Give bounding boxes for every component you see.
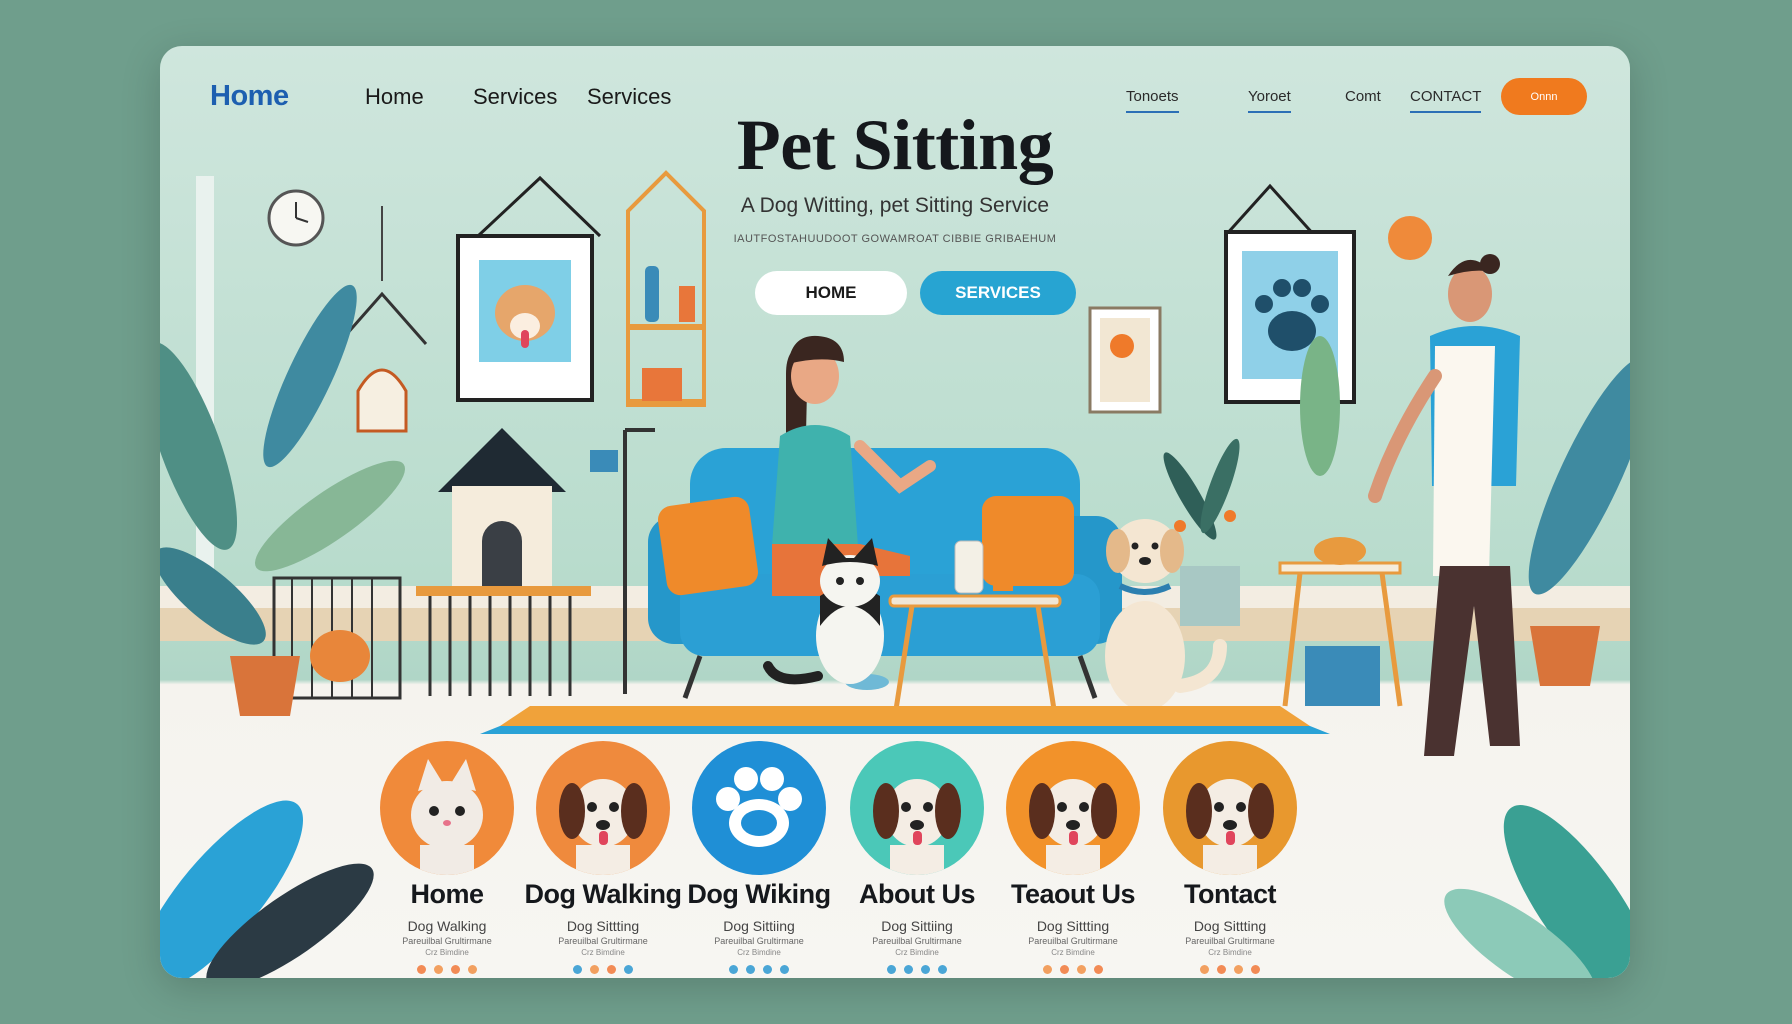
carousel-dot[interactable] xyxy=(1060,965,1069,974)
service-line-2: Pareuilbal Grultirmane xyxy=(402,936,492,946)
service-card[interactable]: Dog Walking Dog Sittting Pareuilbal Grulti… xyxy=(518,741,688,974)
service-line-2: Pareuilbal Grultirmane xyxy=(872,936,962,946)
service-avatar xyxy=(380,741,514,875)
service-title: Dog Walking xyxy=(524,879,683,909)
dog-icon xyxy=(536,779,670,875)
service-line-2: Pareuilbal Grultirmane xyxy=(558,936,648,946)
service-avatar xyxy=(850,741,984,875)
service-line-1: Dog Sittting xyxy=(1193,918,1267,934)
hero-tagline: IAUTFOSTAHUUDOOT GOWAMROAT CIBBIE GRIBAE… xyxy=(733,233,1057,245)
service-title: About Us xyxy=(859,879,975,909)
service-line-2: Pareuilbal Grultirmane xyxy=(714,936,804,946)
service-dots xyxy=(674,965,844,974)
carousel-dot[interactable] xyxy=(1217,965,1226,974)
cat-icon xyxy=(380,759,514,875)
carousel-dot[interactable] xyxy=(1200,965,1209,974)
hero-subtitle: A Dog Witting, pet Sitting Service xyxy=(740,194,1050,217)
carousel-dot[interactable] xyxy=(573,965,582,974)
service-avatar xyxy=(1163,741,1297,875)
carousel-dot[interactable] xyxy=(1251,965,1260,974)
service-avatar xyxy=(1006,741,1140,875)
carousel-dot[interactable] xyxy=(607,965,616,974)
service-line-1: Dog Sittting xyxy=(566,918,640,934)
carousel-dot[interactable] xyxy=(921,965,930,974)
hero-home-button[interactable]: HOME xyxy=(755,271,907,315)
dog-icon xyxy=(850,779,984,875)
carousel-dot[interactable] xyxy=(746,965,755,974)
service-card[interactable]: Dog Wiking Dog Sittiing Pareuilbal Grultir… xyxy=(674,741,844,974)
service-line-1: Dog Sittting xyxy=(1036,918,1110,934)
service-avatar xyxy=(692,741,826,875)
pet-house xyxy=(416,428,591,696)
service-card[interactable]: About Us Dog Sittiing Pareuilbal Grultirma… xyxy=(832,741,1002,974)
hero-services-button[interactable]: SERVICES xyxy=(920,271,1076,315)
service-dots xyxy=(362,965,532,974)
service-line-3: Crz Bimdine xyxy=(1208,948,1252,957)
service-avatar xyxy=(536,741,670,875)
service-title: Tontact xyxy=(1184,879,1277,909)
carousel-dot[interactable] xyxy=(938,965,947,974)
carousel-dot[interactable] xyxy=(729,965,738,974)
service-line-3: Crz Bimdine xyxy=(895,948,939,957)
service-card[interactable]: Tontact Dog Sittting Pareuilbal Grultirman… xyxy=(1145,741,1315,974)
carousel-dot[interactable] xyxy=(590,965,599,974)
service-line-2: Pareuilbal Grultirmane xyxy=(1028,936,1118,946)
carousel-dot[interactable] xyxy=(434,965,443,974)
carousel-dot[interactable] xyxy=(780,965,789,974)
carousel-dot[interactable] xyxy=(624,965,633,974)
carousel-dot[interactable] xyxy=(1077,965,1086,974)
service-dots xyxy=(988,965,1158,974)
service-line-1: Dog Sittiing xyxy=(723,918,795,934)
service-title: Teaout Us xyxy=(1010,879,1136,909)
carousel-dot[interactable] xyxy=(1094,965,1103,974)
carousel-dot[interactable] xyxy=(763,965,772,974)
carousel-dot[interactable] xyxy=(904,965,913,974)
service-card[interactable]: Home Dog Walking Pareuilbal Grultirmane Crz… xyxy=(362,741,532,974)
paw-icon xyxy=(692,767,826,875)
service-line-2: Pareuilbal Grultirmane xyxy=(1185,936,1275,946)
service-title: Home xyxy=(410,879,484,909)
carousel-dot[interactable] xyxy=(1234,965,1243,974)
service-line-3: Crz Bimdine xyxy=(581,948,625,957)
carousel-dot[interactable] xyxy=(468,965,477,974)
service-dots xyxy=(1145,965,1315,974)
carousel-dot[interactable] xyxy=(1043,965,1052,974)
service-dots xyxy=(518,965,688,974)
service-line-3: Crz Bimdine xyxy=(1051,948,1095,957)
carousel-dot[interactable] xyxy=(417,965,426,974)
dog-icon xyxy=(1006,779,1140,875)
service-line-1: Dog Sittiing xyxy=(881,918,953,934)
service-line-3: Crz Bimdine xyxy=(425,948,469,957)
carousel-dot[interactable] xyxy=(451,965,460,974)
page-card: Home Home Services Services Tonoets Yoro… xyxy=(160,46,1630,978)
service-title: Dog Wiking xyxy=(687,879,831,909)
page-title: Pet Sitting xyxy=(736,105,1054,185)
service-line-3: Crz Bimdine xyxy=(737,948,781,957)
service-card[interactable]: Teaout Us Dog Sittting Pareuilbal Grultirm… xyxy=(988,741,1158,974)
dog-icon xyxy=(1163,779,1297,875)
service-line-1: Dog Walking xyxy=(407,918,487,934)
service-dots xyxy=(832,965,1002,974)
carousel-dot[interactable] xyxy=(887,965,896,974)
